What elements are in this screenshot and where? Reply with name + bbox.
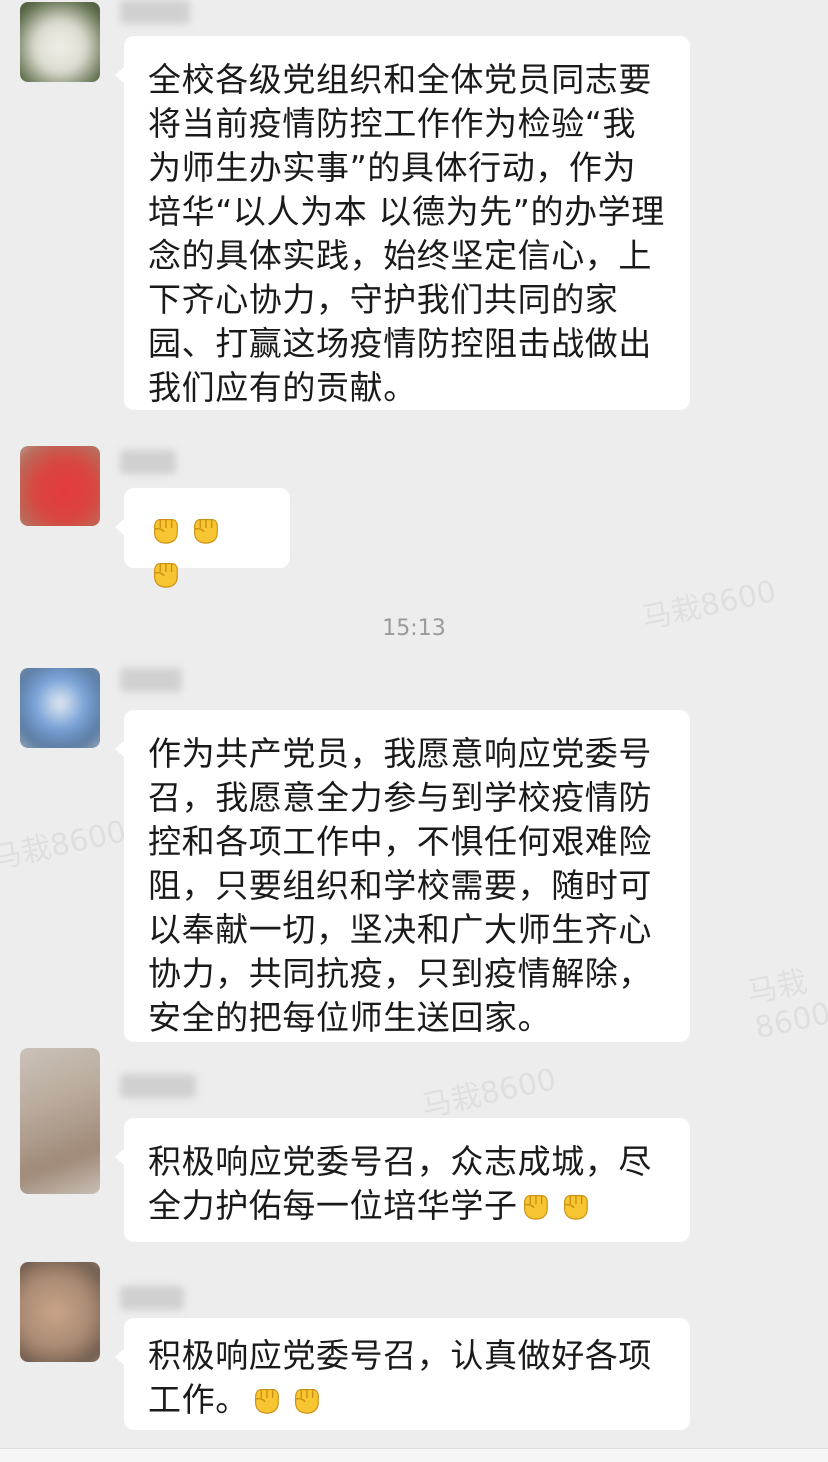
sender-name (120, 668, 182, 692)
message-bubble[interactable]: 作为共产党员，我愿意响应党委号召，我愿意全力参与到学校疫情防控和各项工作中，不惧… (115, 710, 690, 1042)
sender-name (120, 0, 190, 24)
avatar[interactable] (20, 2, 100, 82)
message-text: 积极响应党委号召，认真做好各项工作。 (148, 1336, 652, 1419)
sender-name (120, 1286, 184, 1310)
sender-name (120, 1074, 196, 1098)
avatar[interactable] (20, 446, 100, 526)
emoji-row (518, 1186, 598, 1225)
message-bubble[interactable]: 积极响应党委号召，认真做好各项工作。 (115, 1318, 690, 1430)
raised-fist-icon (558, 1188, 592, 1222)
raised-fist-icon (148, 556, 182, 590)
message-bubble[interactable] (115, 488, 290, 588)
emoji-row (148, 510, 228, 593)
avatar[interactable] (20, 1262, 100, 1362)
chat-view: 马栽8600 马栽8600 马栽8600 马栽8600 全校各级党组织和全体党员… (0, 0, 828, 1462)
emoji-row (249, 1380, 329, 1419)
message-bubble[interactable]: 积极响应党委号召，众志成城，尽全力护佑每一位培华学子 (115, 1118, 690, 1242)
raised-fist-icon (289, 1382, 323, 1416)
message-text: 作为共产党员，我愿意响应党委号召，我愿意全力参与到学校疫情防控和各项工作中，不惧… (148, 734, 652, 1037)
watermark: 马栽8600 (418, 1062, 560, 1125)
message-bubble[interactable]: 全校各级党组织和全体党员同志要将当前疫情防控工作作为检验“我为师生办实事”的具体… (115, 36, 690, 410)
chat-timestamp: 15:13 (382, 616, 446, 641)
watermark: 马栽8600 (0, 814, 130, 877)
watermark: 马栽8600 (744, 964, 828, 1047)
raised-fist-icon (188, 512, 222, 546)
input-bar[interactable] (0, 1448, 828, 1462)
raised-fist-icon (249, 1382, 283, 1416)
avatar[interactable] (20, 668, 100, 748)
avatar[interactable] (20, 1048, 100, 1194)
message-text: 全校各级党组织和全体党员同志要将当前疫情防控工作作为检验“我为师生办实事”的具体… (148, 60, 665, 407)
sender-name (120, 450, 176, 474)
raised-fist-icon (518, 1188, 552, 1222)
raised-fist-icon (148, 512, 182, 546)
